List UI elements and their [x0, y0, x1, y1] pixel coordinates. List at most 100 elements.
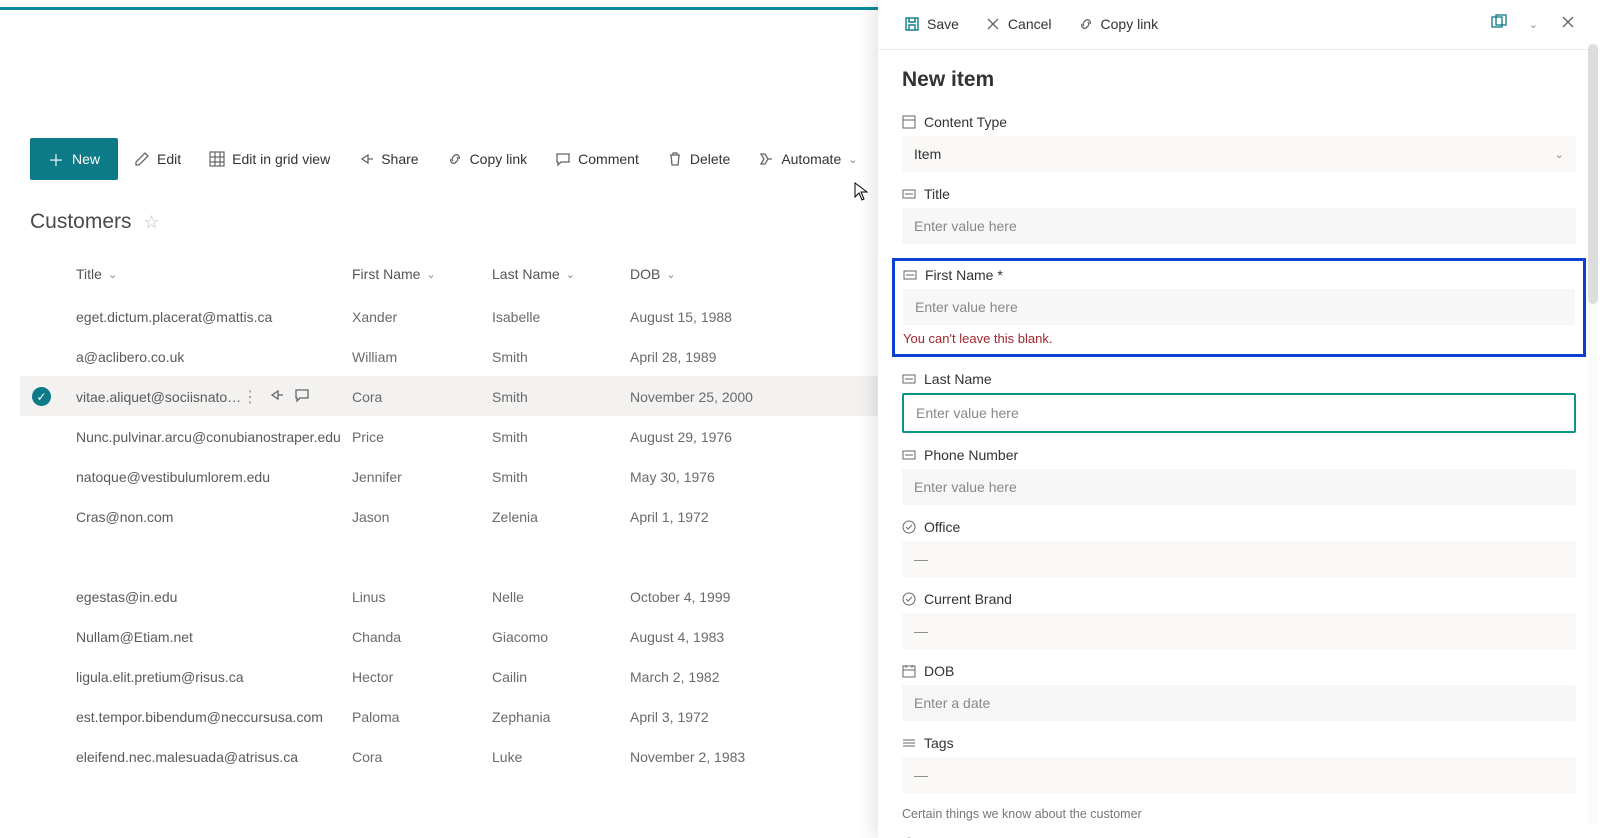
trash-icon: [667, 151, 683, 167]
text-icon: [902, 187, 916, 201]
comment-button[interactable]: Comment: [543, 142, 651, 176]
panel-body: New item Content Type Item ⌄ Title First…: [878, 50, 1600, 838]
first-name-input[interactable]: [903, 289, 1575, 325]
cell-dob: April 1, 1972: [630, 509, 790, 525]
field-content-type: Content Type Item ⌄: [902, 114, 1576, 172]
first-name-label: First Name *: [925, 267, 1003, 283]
cell-first-name: Price: [352, 429, 492, 445]
share-icon: [358, 151, 374, 167]
edit-button[interactable]: Edit: [122, 142, 193, 176]
title-input[interactable]: [902, 208, 1576, 244]
office-select[interactable]: —: [902, 541, 1576, 577]
pencil-icon: [134, 151, 150, 167]
save-label: Save: [927, 16, 959, 32]
col-first-name[interactable]: First Name⌄: [352, 266, 492, 282]
cancel-button[interactable]: Cancel: [975, 10, 1062, 38]
cell-last-name: Smith: [492, 469, 630, 485]
col-dob[interactable]: DOB⌄: [630, 266, 790, 282]
cell-first-name: Paloma: [352, 709, 492, 725]
chevron-down-icon: ⌄: [426, 268, 435, 281]
office-label: Office: [924, 519, 960, 535]
cell-title: ↗est.tempor.bibendum@neccursusa.com: [76, 709, 352, 725]
brand-select[interactable]: —: [902, 613, 1576, 649]
cell-first-name: Chanda: [352, 629, 492, 645]
share-label: Share: [381, 151, 418, 167]
cell-last-name: Smith: [492, 389, 630, 405]
cell-last-name: Smith: [492, 429, 630, 445]
cancel-label: Cancel: [1008, 16, 1052, 32]
plus-icon: ＋: [48, 147, 64, 171]
edit-label: Edit: [157, 151, 181, 167]
last-name-input[interactable]: [902, 393, 1576, 433]
choice-icon: [902, 592, 916, 606]
panel-scrollbar-thumb[interactable]: [1588, 44, 1598, 304]
copylink-button[interactable]: Copy link: [435, 142, 540, 176]
item-marker-icon: ↗: [76, 509, 80, 514]
cell-first-name: William: [352, 349, 492, 365]
cell-title: ↗vitae.aliquet@sociisnato…: [76, 389, 352, 405]
item-marker-icon: ↗: [76, 709, 80, 714]
cell-first-name: Jason: [352, 509, 492, 525]
link-icon: [1078, 16, 1094, 32]
cell-dob: May 30, 1976: [630, 469, 790, 485]
cell-last-name: Smith: [492, 349, 630, 365]
cell-last-name: Isabelle: [492, 309, 630, 325]
cell-title: ↗Nullam@Etiam.net: [76, 629, 352, 645]
cell-last-name: Zephania: [492, 709, 630, 725]
cell-title: ↗eget.dictum.placerat@mattis.ca: [76, 309, 352, 325]
chevron-down-icon: ⌄: [1555, 148, 1564, 161]
cell-dob: August 4, 1983: [630, 629, 790, 645]
row-check-icon[interactable]: ✓: [32, 387, 51, 406]
item-marker-icon: ↗: [76, 469, 80, 474]
tags-label: Tags: [924, 735, 954, 751]
save-button[interactable]: Save: [894, 10, 969, 38]
cell-dob: April 28, 1989: [630, 349, 790, 365]
edit-grid-button[interactable]: Edit in grid view: [197, 142, 342, 176]
cell-dob: March 2, 1982: [630, 669, 790, 685]
new-item-panel: Save Cancel Copy link ⌄ New item Content…: [878, 0, 1600, 838]
cell-first-name: Cora: [352, 389, 492, 405]
favorite-star-icon[interactable]: ☆: [144, 212, 160, 233]
row-more-icon[interactable]: ⋮: [242, 387, 258, 407]
field-phone: Phone Number: [902, 447, 1576, 505]
close-icon: [1560, 14, 1576, 30]
contenttype-icon: [902, 115, 916, 129]
item-marker-icon: ↗: [76, 749, 80, 754]
cell-first-name: Cora: [352, 749, 492, 765]
new-button[interactable]: ＋ New: [30, 138, 118, 180]
automate-button[interactable]: Automate ⌄: [746, 142, 869, 176]
content-type-select[interactable]: Item ⌄: [902, 136, 1576, 172]
item-marker-icon: ↗: [76, 309, 80, 314]
form-mode-button[interactable]: [1483, 8, 1515, 39]
field-brand: Current Brand —: [902, 591, 1576, 649]
cell-dob: August 15, 1988: [630, 309, 790, 325]
panel-copylink-button[interactable]: Copy link: [1068, 10, 1169, 38]
row-comment-icon[interactable]: [294, 387, 310, 403]
cell-first-name: Linus: [352, 589, 492, 605]
cell-last-name: Cailin: [492, 669, 630, 685]
col-title[interactable]: Title⌄: [76, 266, 352, 282]
comment-icon: [555, 151, 571, 167]
text-icon: [903, 268, 917, 282]
cell-first-name: Jennifer: [352, 469, 492, 485]
panel-close-button[interactable]: [1552, 8, 1584, 39]
panel-expand-button[interactable]: ⌄: [1521, 10, 1546, 37]
content-type-value: Item: [914, 146, 941, 162]
row-share-icon[interactable]: [268, 387, 284, 403]
tags-select[interactable]: —: [902, 757, 1576, 793]
cell-title: ↗Cras@non.com: [76, 509, 352, 525]
list-title: Customers: [30, 210, 132, 234]
cell-title: ↗Nunc.pulvinar.arcu@conubianostraper.edu: [76, 429, 352, 445]
text-icon: [902, 448, 916, 462]
chevron-down-icon: ⌄: [848, 153, 857, 166]
delete-button[interactable]: Delete: [655, 142, 742, 176]
form-icon: [1491, 14, 1507, 30]
link-icon: [447, 151, 463, 167]
phone-input[interactable]: [902, 469, 1576, 505]
field-dob: DOB: [902, 663, 1576, 721]
field-hint: Certain things we know about the custome…: [902, 807, 1576, 821]
share-button[interactable]: Share: [346, 142, 430, 176]
dob-input[interactable]: [902, 685, 1576, 721]
col-last-name[interactable]: Last Name⌄: [492, 266, 630, 282]
cell-dob: August 29, 1976: [630, 429, 790, 445]
